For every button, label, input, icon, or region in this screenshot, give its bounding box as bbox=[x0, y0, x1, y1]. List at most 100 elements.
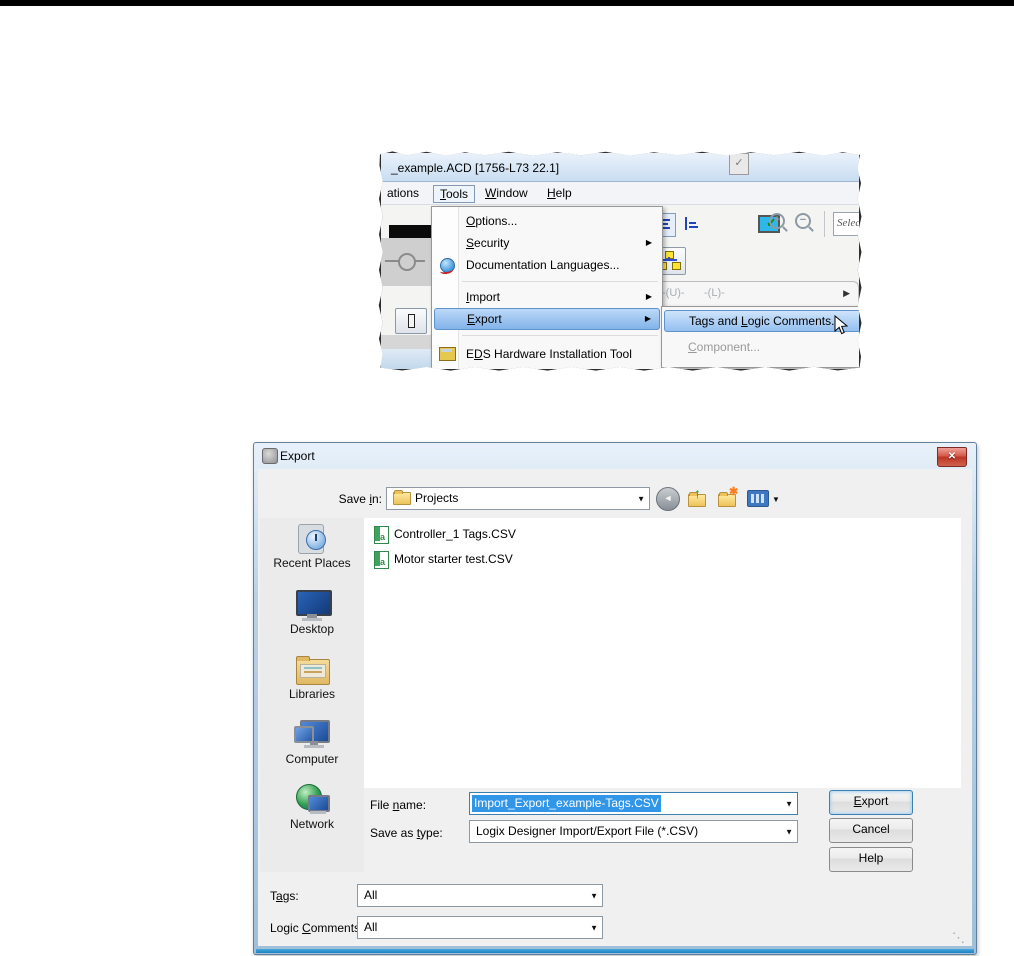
menu-bar: ations Tools Window Help bbox=[381, 182, 859, 205]
menu-item-import[interactable]: Import ▶ bbox=[434, 286, 660, 308]
menu-help[interactable]: Help bbox=[541, 185, 578, 201]
dialog-frame-bottom bbox=[256, 949, 974, 953]
rung-element-button[interactable] bbox=[395, 308, 427, 334]
panel-fragment-blue bbox=[381, 349, 435, 369]
dialog-title: Export bbox=[280, 449, 315, 463]
label-text: mport bbox=[469, 290, 501, 304]
page-top-rule bbox=[0, 0, 1014, 6]
file-name-combobox[interactable]: Import_Export_example-Tags.CSV ▼ bbox=[469, 792, 798, 815]
label-accelerator: L bbox=[741, 314, 748, 328]
cancel-button[interactable]: Cancel bbox=[829, 818, 913, 843]
computer-icon bbox=[294, 718, 330, 752]
menu-item-documentation-languages[interactable]: Documentation Languages... bbox=[434, 254, 660, 276]
submenu-item-tags-and-logic-comments[interactable]: Tags and Logic Comments... bbox=[664, 310, 859, 332]
submenu-item-component[interactable]: Component... bbox=[664, 336, 859, 358]
network-icon bbox=[294, 783, 330, 817]
file-list: Controller_1 Tags.CSV Motor starter test… bbox=[364, 518, 961, 788]
tags-combobox[interactable]: All ▼ bbox=[357, 884, 603, 907]
csv-file-icon bbox=[374, 526, 389, 545]
tab-scroll-right-icon[interactable]: ▶ bbox=[843, 288, 850, 299]
label-text: S Hardware Installation Tool bbox=[482, 347, 632, 361]
label-text: File bbox=[370, 798, 393, 812]
latch-coil-button[interactable]: -(L)- bbox=[704, 287, 725, 299]
back-icon: ◄ bbox=[663, 493, 673, 503]
libraries-icon bbox=[294, 653, 330, 687]
label-text: ptions... bbox=[475, 214, 518, 228]
submenu-arrow-icon: ▶ bbox=[644, 314, 651, 323]
chevron-down-icon: ▼ bbox=[590, 923, 598, 932]
unlatch-coil-button[interactable]: -(U)- bbox=[662, 287, 685, 299]
chevron-down-icon: ▼ bbox=[637, 494, 645, 503]
desktop-icon bbox=[294, 588, 332, 622]
logic-comments-combobox[interactable]: All ▼ bbox=[357, 916, 603, 939]
new-folder-button[interactable]: ✱ bbox=[717, 486, 739, 509]
menu-screenshot: _example.ACD [1756-L73 22.1] ations Tool… bbox=[378, 151, 862, 371]
recent-places-icon bbox=[294, 522, 330, 556]
window-titlebar: _example.ACD [1756-L73 22.1] bbox=[381, 153, 859, 182]
label-accelerator: D bbox=[474, 347, 483, 361]
menu-item-eds-hardware-installation-tool[interactable]: EDS Hardware Installation Tool bbox=[434, 341, 660, 367]
menu-window[interactable]: Window bbox=[479, 185, 534, 201]
logic-comments-value: All bbox=[364, 920, 378, 934]
place-recent-places[interactable]: Recent Places bbox=[260, 522, 364, 570]
menu-tools[interactable]: Tools bbox=[433, 185, 476, 203]
label-text: E bbox=[466, 347, 475, 361]
export-dialog: Export ✕ Save in: Projects ▼ ◄ ↑ ✱ ▼ Rec… bbox=[253, 442, 977, 955]
export-button[interactable]: Export bbox=[829, 790, 913, 815]
label-text: xport bbox=[475, 312, 502, 326]
place-label: Network bbox=[289, 817, 334, 831]
label-text: omments: bbox=[310, 921, 364, 935]
place-label: Recent Places bbox=[273, 556, 351, 570]
label-text: ools bbox=[446, 187, 469, 201]
view-menu-button[interactable]: ▼ bbox=[747, 487, 781, 509]
file-name: Controller_1 Tags.CSV bbox=[394, 527, 516, 541]
label-text: Save bbox=[338, 492, 370, 506]
save-as-type-combobox[interactable]: Logix Designer Import/Export File (*.CSV… bbox=[469, 820, 798, 843]
place-desktop[interactable]: Desktop bbox=[260, 588, 364, 636]
menu-item-security[interactable]: Security ▶ bbox=[434, 232, 660, 254]
place-computer[interactable]: Computer bbox=[260, 718, 364, 766]
label-accelerator: E bbox=[467, 312, 476, 326]
verify-rung-icon[interactable]: ✓ bbox=[729, 153, 749, 175]
page: _example.ACD [1756-L73 22.1] ations Tool… bbox=[0, 0, 1014, 956]
menu-communications-partial[interactable]: ations bbox=[381, 185, 425, 201]
back-button[interactable]: ◄ bbox=[656, 487, 680, 511]
label-text: ame: bbox=[399, 798, 427, 812]
label-text: omponent... bbox=[696, 340, 761, 354]
place-network[interactable]: Network bbox=[260, 783, 364, 831]
toolbar-separator bbox=[824, 211, 825, 237]
file-name: Motor starter test.CSV bbox=[394, 552, 513, 566]
help-button[interactable]: Help bbox=[829, 847, 913, 872]
menu-item-export[interactable]: Export ▶ bbox=[434, 308, 660, 330]
label-accelerator: a bbox=[276, 889, 283, 903]
logic-comments-label: Logic Comments: bbox=[270, 921, 363, 935]
menu-item-options[interactable]: Options... bbox=[434, 210, 660, 232]
close-icon: ✕ bbox=[947, 451, 957, 462]
resize-grip[interactable]: ⋱ bbox=[952, 930, 965, 946]
label-accelerator: O bbox=[466, 214, 476, 228]
panel-fragment bbox=[381, 335, 433, 349]
window-title: _example.ACD [1756-L73 22.1] bbox=[391, 161, 560, 175]
menu-separator bbox=[462, 335, 658, 336]
ladder-rung-fragment bbox=[381, 238, 432, 286]
label-text: Cancel bbox=[852, 822, 890, 836]
select-language-input[interactable]: Select lang bbox=[833, 212, 859, 236]
zoom-in-icon[interactable]: + bbox=[769, 213, 785, 229]
up-one-level-button[interactable]: ↑ bbox=[687, 485, 709, 509]
save-as-type-value: Logix Designer Import/Export File (*.CSV… bbox=[476, 824, 699, 838]
export-submenu-panel: Tags and Logic Comments... Component... bbox=[661, 306, 859, 368]
tools-menu-panel: Options... Security ▶ Documentation Lang… bbox=[431, 206, 663, 369]
zoom-out-icon[interactable]: − bbox=[795, 213, 811, 229]
label-accelerator: W bbox=[485, 186, 497, 200]
chevron-down-icon: ▼ bbox=[785, 827, 793, 836]
close-button[interactable]: ✕ bbox=[937, 447, 967, 467]
ladder-branch-icon[interactable] bbox=[681, 213, 703, 235]
label-text: Save as bbox=[370, 826, 417, 840]
place-libraries[interactable]: Libraries bbox=[260, 653, 364, 701]
globe-icon bbox=[440, 258, 455, 273]
file-name-value-selected: Import_Export_example-Tags.CSV bbox=[472, 795, 661, 812]
menu-screenshot-inner: _example.ACD [1756-L73 22.1] ations Tool… bbox=[381, 153, 859, 369]
save-in-combobox[interactable]: Projects ▼ bbox=[386, 487, 650, 510]
chevron-down-icon: ▼ bbox=[772, 495, 780, 504]
places-bar: Recent Places Desktop Libraries Computer… bbox=[260, 518, 364, 872]
